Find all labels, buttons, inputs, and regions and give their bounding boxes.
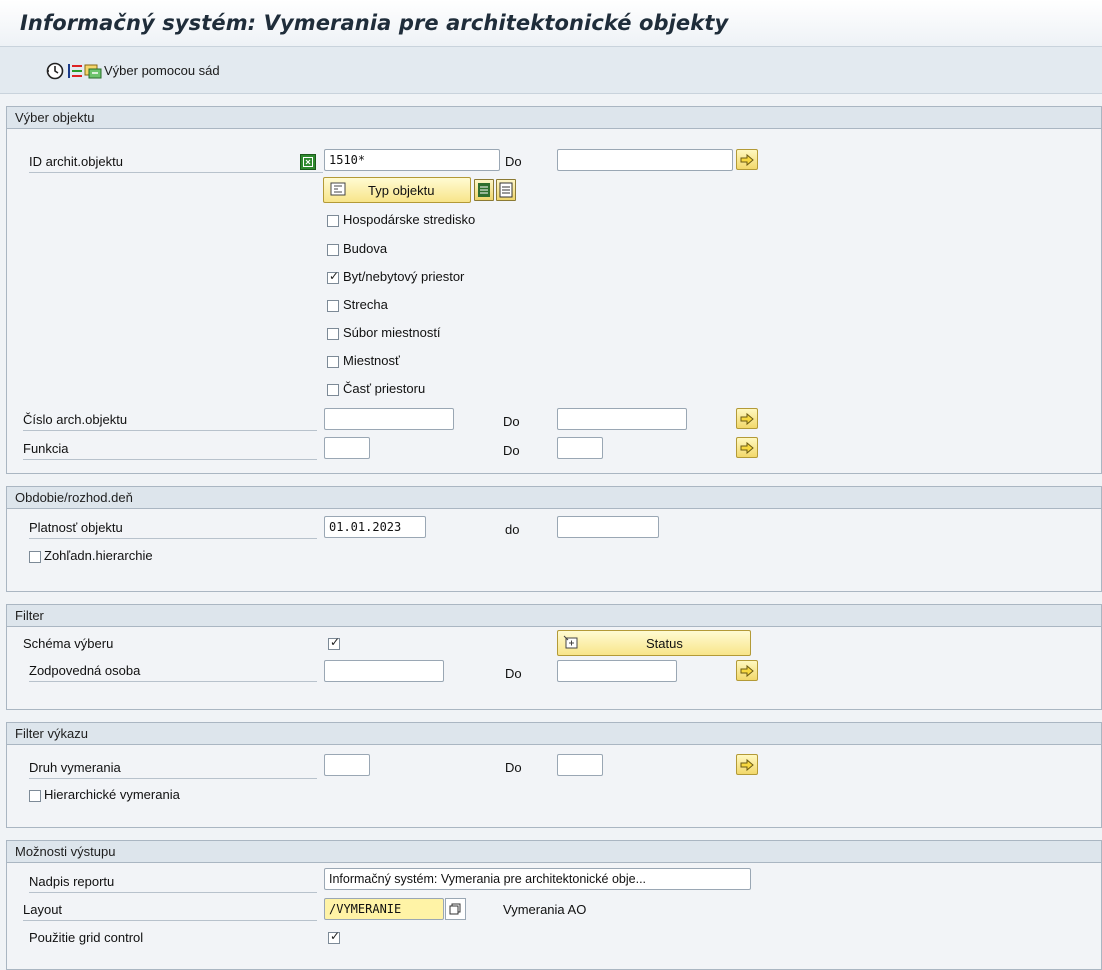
function-from-input[interactable]: [324, 437, 370, 459]
function-to-input[interactable]: [557, 437, 603, 459]
group-title: Možnosti výstupu: [7, 841, 1101, 863]
measurement-type-multiple-selection-button[interactable]: [736, 754, 758, 775]
hierarchical-checkbox[interactable]: [29, 790, 41, 802]
checkbox-hospodarske-stredisko[interactable]: [327, 215, 339, 227]
arrow-right-icon: [740, 153, 754, 167]
scheme-label: Schéma výberu: [23, 636, 114, 651]
measurement-type-label: Druh vymerania: [29, 759, 317, 779]
checkbox-byt[interactable]: ✓: [327, 269, 340, 284]
arrow-right-icon: [740, 412, 754, 426]
measurement-type-from-input[interactable]: [324, 754, 370, 776]
person-multiple-selection-button[interactable]: [736, 660, 758, 681]
toggle-icon: [330, 182, 346, 199]
type-label-3: Strecha: [343, 297, 388, 312]
layout-label: Layout: [23, 901, 317, 921]
checkbox-miestnost[interactable]: [327, 356, 339, 368]
person-to-input[interactable]: [557, 660, 677, 682]
checkbox-strecha[interactable]: [327, 300, 339, 312]
arrow-right-icon: [740, 664, 754, 678]
number-multiple-selection-button[interactable]: [736, 408, 758, 429]
type-label-2: Byt/nebytový priestor: [343, 269, 465, 284]
report-heading-label: Nadpis reportu: [29, 873, 317, 893]
type-label-0: Hospodárske stredisko: [343, 212, 476, 227]
execute-clock-icon[interactable]: [46, 62, 64, 80]
period-group: Obdobie/rozhod.deň Platnosť objektu 01.0…: [6, 486, 1102, 592]
checkbox-cast-priestoru[interactable]: [327, 384, 339, 396]
function-to-label: Do: [503, 443, 520, 458]
number-from-input[interactable]: [324, 408, 454, 430]
id-to-label: Do: [505, 154, 522, 169]
multiple-selection-icon[interactable]: [300, 154, 316, 170]
sets-label[interactable]: Výber pomocou sád: [104, 63, 220, 78]
group-title: Filter: [7, 605, 1101, 627]
type-label-1: Budova: [343, 241, 388, 256]
layout-input[interactable]: /VYMERANIE: [324, 898, 444, 920]
function-label: Funkcia: [23, 440, 317, 460]
hierarchy-checkbox[interactable]: [29, 551, 41, 563]
id-multiple-selection-button[interactable]: [736, 149, 758, 170]
arrow-right-icon: [740, 441, 754, 455]
id-label: ID archit.objektu: [29, 153, 323, 173]
id-from-input[interactable]: 1510*: [324, 149, 500, 171]
sets-icon[interactable]: [84, 62, 102, 80]
application-toolbar: Výber pomocou sád: [0, 47, 1102, 94]
group-title: Filter výkazu: [7, 723, 1101, 745]
page-title: Informačný systém: Vymerania pre archite…: [20, 11, 729, 35]
person-to-label: Do: [505, 666, 522, 681]
measurement-type-to-input[interactable]: [557, 754, 603, 776]
output-options-group: Možnosti výstupu Nadpis reportu Informač…: [6, 840, 1102, 970]
selection-screen: Výber objektu ID archit.objektu 1510* Do…: [0, 94, 1102, 970]
type-label-5: Miestnosť: [343, 353, 400, 368]
select-all-icon: [478, 183, 490, 197]
number-to-input[interactable]: [557, 408, 687, 430]
value-help-button[interactable]: [445, 898, 466, 920]
grid-control-label: Použitie grid control: [29, 930, 144, 945]
validity-to-label: do: [505, 522, 520, 537]
hierarchy-label: Zohľadn.hierarchie: [44, 548, 153, 563]
validity-to-input[interactable]: [557, 516, 659, 538]
status-toggle-icon: [563, 635, 579, 652]
deselect-all-button[interactable]: [496, 179, 516, 201]
group-title: Obdobie/rozhod.deň: [7, 487, 1101, 509]
checkbox-subor-miestnosti[interactable]: [327, 328, 339, 340]
number-label: Číslo arch.objektu: [23, 411, 317, 431]
measurement-type-to-label: Do: [505, 760, 522, 775]
arrow-right-icon: [740, 758, 754, 772]
report-heading-input[interactable]: Informačný systém: Vymerania pre archite…: [324, 868, 751, 890]
value-help-icon: [449, 903, 461, 915]
report-filter-group: Filter výkazu Druh vymerania Do Hierarch…: [6, 722, 1102, 828]
id-to-input[interactable]: [557, 149, 733, 171]
validity-label: Platnosť objektu: [29, 519, 317, 539]
object-type-button[interactable]: Typ objektu: [323, 177, 471, 203]
grid-control-checkbox[interactable]: ✓: [328, 929, 341, 944]
status-button-label: Status: [646, 636, 683, 651]
scheme-checkbox[interactable]: ✓: [328, 635, 341, 650]
hierarchical-label: Hierarchické vymerania: [44, 787, 180, 802]
selection-options-icon[interactable]: [66, 62, 84, 80]
person-from-input[interactable]: [324, 660, 444, 682]
checkmark-icon: ✓: [330, 635, 341, 649]
deselect-all-icon: [499, 182, 513, 198]
number-to-label: Do: [503, 414, 520, 429]
checkmark-icon: ✓: [330, 929, 341, 943]
type-label-6: Časť priestoru: [343, 381, 426, 396]
object-selection-group: Výber objektu ID archit.objektu 1510* Do…: [6, 106, 1102, 474]
checkbox-budova[interactable]: [327, 244, 339, 256]
title-bar: Informačný systém: Vymerania pre archite…: [0, 0, 1102, 47]
validity-from-input[interactable]: 01.01.2023: [324, 516, 426, 538]
layout-description: Vymerania AO: [503, 902, 587, 917]
checkmark-icon: ✓: [329, 269, 340, 283]
filter-group: Filter Schéma výberu ✓ Status Zodpovedná…: [6, 604, 1102, 710]
person-label: Zodpovedná osoba: [29, 662, 317, 682]
status-button[interactable]: Status: [557, 630, 751, 656]
function-multiple-selection-button[interactable]: [736, 437, 758, 458]
type-label-4: Súbor miestností: [343, 325, 441, 340]
select-all-button[interactable]: [474, 179, 494, 201]
object-type-label: Typ objektu: [368, 183, 435, 198]
group-title: Výber objektu: [7, 107, 1101, 129]
